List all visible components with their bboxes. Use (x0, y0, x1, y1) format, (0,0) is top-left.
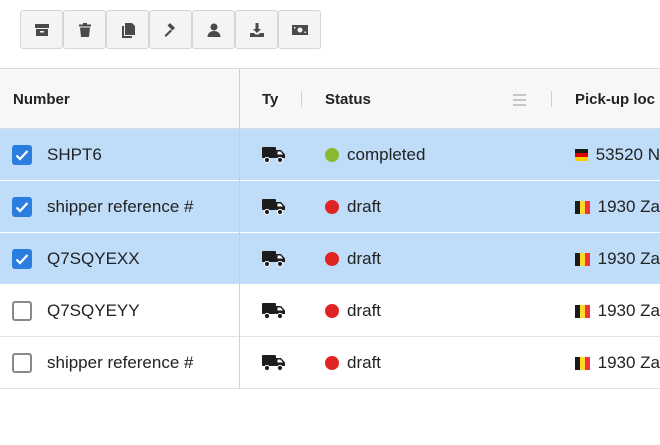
pickup-location: 1930 Za (575, 337, 660, 389)
shipment-number[interactable]: shipper reference # (47, 181, 235, 233)
status-badge: completed (325, 129, 545, 181)
column-resize-handle[interactable] (301, 91, 302, 107)
pickup-text: 1930 Za (597, 197, 660, 216)
row-select-checkbox[interactable] (12, 129, 32, 181)
status-dot-icon (325, 356, 339, 370)
table-row[interactable]: Q7SQYEXX draft 1930 Za (0, 233, 660, 285)
shipment-type (262, 337, 286, 389)
column-header-pickup[interactable]: Pick-up loc (575, 69, 660, 129)
toolbar (20, 10, 321, 51)
trash-icon (78, 22, 91, 37)
row-select-checkbox[interactable] (12, 181, 32, 233)
status-text: draft (347, 197, 382, 216)
truck-icon (262, 355, 285, 372)
billing-button[interactable] (278, 10, 321, 49)
column-divider (239, 285, 240, 337)
shipment-type (262, 129, 286, 181)
check-icon (15, 202, 29, 213)
user-icon (207, 23, 220, 37)
row-select-checkbox[interactable] (12, 337, 32, 389)
pickup-location: 1930 Za (575, 181, 660, 233)
pickup-location: 53520 N (575, 129, 660, 181)
archive-button[interactable] (20, 10, 63, 49)
pickup-location: 1930 Za (575, 233, 660, 285)
auction-button[interactable] (149, 10, 192, 49)
row-select-checkbox[interactable] (12, 285, 32, 337)
assign-user-button[interactable] (192, 10, 235, 49)
germany-flag-icon (575, 148, 588, 162)
column-header-type[interactable]: Ty (262, 69, 292, 129)
pickup-text: 1930 Za (597, 249, 660, 268)
status-dot-icon (325, 200, 339, 214)
status-dot-icon (325, 304, 339, 318)
column-menu-icon[interactable] (513, 94, 526, 106)
status-badge: draft (325, 285, 545, 337)
column-header-status[interactable]: Status (325, 69, 475, 129)
column-header-number[interactable]: Number (13, 69, 233, 129)
row-select-checkbox[interactable] (12, 233, 32, 285)
column-divider (239, 233, 240, 285)
table-row[interactable]: Q7SQYEYY draft 1930 Za (0, 285, 660, 337)
archive-icon (34, 23, 49, 36)
belgium-flag-icon (575, 200, 590, 214)
status-badge: draft (325, 181, 545, 233)
check-icon (15, 254, 29, 265)
status-badge: draft (325, 233, 545, 285)
shipment-type (262, 285, 286, 337)
truck-icon (262, 147, 285, 164)
download-icon (249, 22, 264, 37)
belgium-flag-icon (575, 356, 590, 370)
column-divider (239, 337, 240, 389)
column-divider[interactable] (239, 69, 240, 129)
shipment-number[interactable]: SHPT6 (47, 129, 235, 181)
column-resize-handle[interactable] (551, 91, 552, 107)
truck-icon (262, 251, 285, 268)
delete-button[interactable] (63, 10, 106, 49)
status-text: draft (347, 301, 382, 320)
column-divider (239, 181, 240, 233)
shipment-number[interactable]: Q7SQYEXX (47, 233, 235, 285)
shipments-grid: Number Ty Status Pick-up loc SHPT6 compl… (0, 68, 660, 389)
copy-icon (121, 22, 135, 38)
status-dot-icon (325, 148, 339, 162)
status-badge: draft (325, 337, 545, 389)
shipment-number[interactable]: Q7SQYEYY (47, 285, 235, 337)
shipment-number[interactable]: shipper reference # (47, 337, 235, 389)
copy-button[interactable] (106, 10, 149, 49)
status-text: draft (347, 353, 382, 372)
status-text: completed (347, 145, 426, 164)
pickup-text: 1930 Za (597, 301, 660, 320)
grid-header: Number Ty Status Pick-up loc (0, 68, 660, 129)
money-icon (291, 24, 308, 35)
shipment-type (262, 233, 286, 285)
table-row[interactable]: shipper reference # draft 1930 Za (0, 181, 660, 233)
pickup-text: 1930 Za (597, 353, 660, 372)
truck-icon (262, 303, 285, 320)
gavel-icon (164, 22, 175, 37)
status-text: draft (347, 249, 382, 268)
status-dot-icon (325, 252, 339, 266)
check-icon (15, 150, 29, 161)
pickup-location: 1930 Za (575, 285, 660, 337)
table-row[interactable]: shipper reference # draft 1930 Za (0, 337, 660, 389)
grid-body: SHPT6 completed 53520 N shipper referenc (0, 129, 660, 389)
column-divider (239, 129, 240, 181)
pickup-text: 53520 N (595, 145, 660, 164)
belgium-flag-icon (575, 252, 590, 266)
belgium-flag-icon (575, 304, 590, 318)
truck-icon (262, 199, 285, 216)
download-button[interactable] (235, 10, 278, 49)
table-row[interactable]: SHPT6 completed 53520 N (0, 129, 660, 181)
shipment-type (262, 181, 286, 233)
